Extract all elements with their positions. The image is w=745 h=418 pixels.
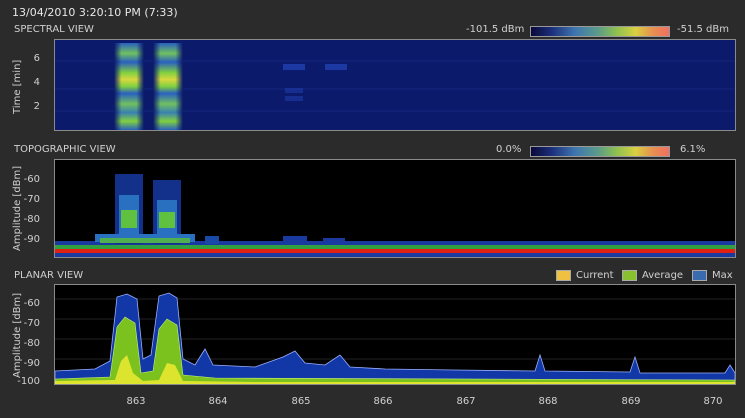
planar-view-plot[interactable] xyxy=(54,284,736,385)
spectral-ytick: 2 xyxy=(33,101,40,112)
x-tick: 865 xyxy=(291,396,311,407)
legend-max-swatch xyxy=(692,270,707,281)
spectral-colorbar-min: -101.5 dBm xyxy=(466,24,525,35)
topographic-ytick: -80 xyxy=(23,214,40,225)
legend-average-swatch xyxy=(622,270,637,281)
planar-ytick: -100 xyxy=(17,376,40,387)
legend-average-label: Average xyxy=(642,270,684,281)
spectral-view-title: SPECTRAL VIEW xyxy=(14,24,94,35)
topographic-ytick: -90 xyxy=(23,234,40,245)
spectral-ytick: 6 xyxy=(33,53,40,64)
legend-max[interactable]: Max xyxy=(692,270,733,281)
planar-ytick: -60 xyxy=(23,298,40,309)
spectral-colorbar xyxy=(530,26,670,37)
x-tick: 870 xyxy=(703,396,723,407)
planar-ytick: -80 xyxy=(23,338,40,349)
legend-average[interactable]: Average xyxy=(622,270,683,281)
topographic-colorbar-min: 0.0% xyxy=(496,144,522,155)
topographic-ytick: -60 xyxy=(23,174,40,185)
spectral-heatmap xyxy=(55,40,735,130)
topographic-view-title: TOPOGRAPHIC VIEW xyxy=(14,144,116,155)
x-tick: 867 xyxy=(456,396,476,407)
legend-current-swatch xyxy=(556,270,571,281)
timestamp: 13/04/2010 3:20:10 PM (7:33) xyxy=(12,6,178,19)
spectral-ytick: 4 xyxy=(33,77,40,88)
x-tick: 864 xyxy=(208,396,228,407)
x-tick: 868 xyxy=(538,396,558,407)
x-tick: 863 xyxy=(126,396,146,407)
legend-current[interactable]: Current xyxy=(556,270,614,281)
topographic-density xyxy=(55,160,735,257)
topographic-colorbar-max: 6.1% xyxy=(680,144,706,155)
planar-ytick: -70 xyxy=(23,318,40,329)
x-tick: 869 xyxy=(621,396,641,407)
legend-current-label: Current xyxy=(576,270,614,281)
planar-spectrum xyxy=(55,285,735,384)
topographic-view-plot[interactable] xyxy=(54,159,736,258)
planar-view-title: PLANAR VIEW xyxy=(14,270,84,281)
legend-max-label: Max xyxy=(712,270,733,281)
x-tick: 866 xyxy=(373,396,393,407)
spectral-view-plot[interactable] xyxy=(54,39,736,131)
planar-ytick: -90 xyxy=(23,358,40,369)
topographic-colorbar xyxy=(530,146,670,157)
spectral-colorbar-max: -51.5 dBm xyxy=(677,24,730,35)
topographic-ytick: -70 xyxy=(23,194,40,205)
